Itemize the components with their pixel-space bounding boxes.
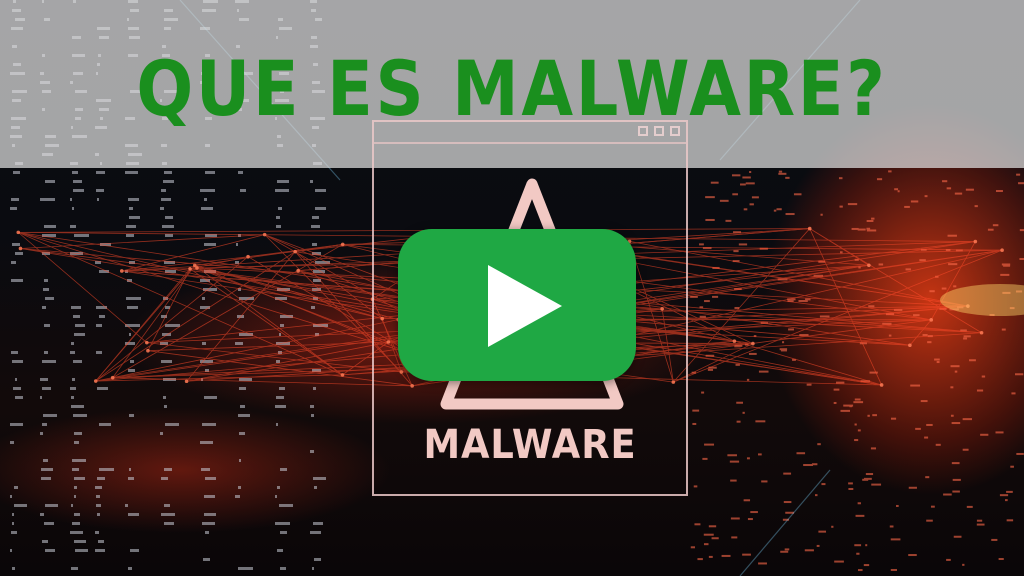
maximize-icon — [654, 126, 664, 136]
close-icon — [670, 126, 680, 136]
malware-label: MALWARE — [423, 422, 637, 468]
video-thumbnail: QUE ES MALWARE? MALWARE — [0, 0, 1024, 576]
window-title-bar — [374, 122, 686, 144]
play-icon — [488, 265, 562, 347]
minimize-icon — [638, 126, 648, 136]
play-button[interactable] — [398, 229, 636, 381]
